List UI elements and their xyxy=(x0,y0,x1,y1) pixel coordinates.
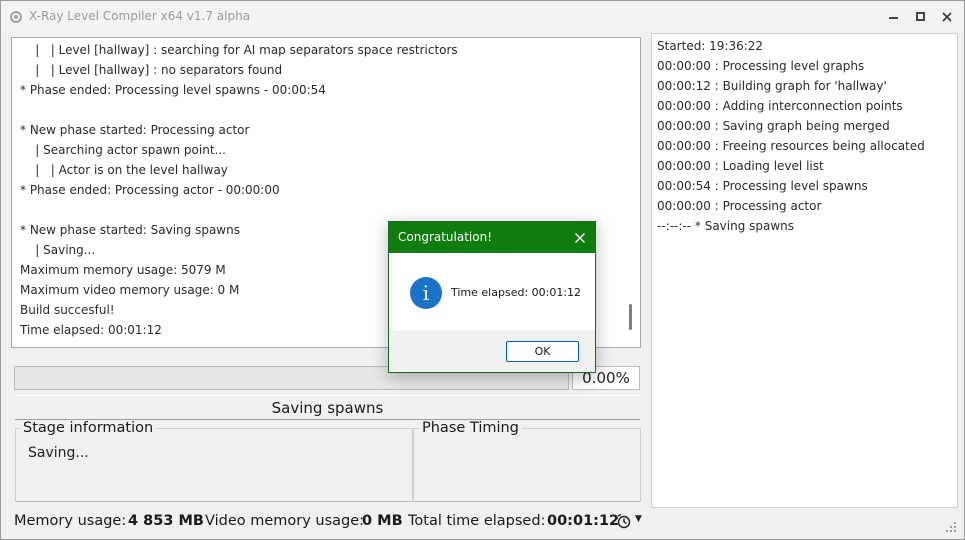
resize-grip-icon[interactable] xyxy=(945,521,957,533)
timing-lines: Started: 19:36:22 00:00:00 : Processing l… xyxy=(657,36,925,236)
minimize-icon xyxy=(889,17,898,19)
app-icon xyxy=(10,11,22,23)
timing-line: 00:00:00 : Processing level graphs xyxy=(657,59,865,73)
log-line: * New phase started: Processing actor xyxy=(20,123,250,137)
close-button[interactable] xyxy=(935,7,959,27)
congratulation-dialog: Congratulation! i Time elapsed: 00:01:12… xyxy=(388,221,596,373)
log-scrollbar[interactable] xyxy=(626,38,640,347)
log-line: * Phase ended: Processing level spawns -… xyxy=(20,83,326,97)
phase-timing-title: Phase Timing xyxy=(419,420,522,436)
main-window: X-Ray Level Compiler x64 v1.7 alpha | | … xyxy=(0,0,965,540)
memory-usage-label: Memory usage: xyxy=(14,513,127,529)
timing-line: 00:00:00 : Adding interconnection points xyxy=(657,99,903,113)
timing-line: 00:00:54 : Processing level spawns xyxy=(657,179,868,193)
phase-timing-list[interactable]: Started: 19:36:22 00:00:00 : Processing l… xyxy=(651,33,958,508)
timing-line: 00:00:00 : Processing actor xyxy=(657,199,822,213)
timer-icon[interactable] xyxy=(616,513,632,529)
ok-button[interactable]: OK xyxy=(506,341,579,362)
dialog-title: Congratulation! xyxy=(398,230,493,244)
timing-line: 00:00:00 : Loading level list xyxy=(657,159,824,173)
chevron-down-icon[interactable]: ▼ xyxy=(635,514,642,524)
title-bar[interactable]: X-Ray Level Compiler x64 v1.7 alpha xyxy=(1,1,964,32)
close-icon xyxy=(942,12,952,22)
log-line: | Searching actor spawn point... xyxy=(20,143,226,157)
timing-line: Started: 19:36:22 xyxy=(657,39,764,53)
timing-line: --:--:-- * Saving spawns xyxy=(657,219,795,233)
log-line: | | Actor is on the level hallway xyxy=(20,163,228,177)
memory-usage-value: 4 853 MB xyxy=(128,513,204,529)
log-line: | | Level [hallway] : no separators foun… xyxy=(20,63,283,77)
minimize-button[interactable] xyxy=(882,7,906,27)
stage-information-group: Stage information Saving... xyxy=(15,420,413,502)
info-icon: i xyxy=(410,277,442,309)
total-time-label: Total time elapsed: xyxy=(408,513,546,529)
log-line: * Phase ended: Processing actor - 00:00:… xyxy=(20,183,280,197)
timing-line: 00:00:00 : Freeing resources being alloc… xyxy=(657,139,925,153)
total-time-value: 00:01:12 xyxy=(547,513,620,529)
maximize-icon xyxy=(916,12,925,21)
status-bar: Memory usage: 4 853 MB Video memory usag… xyxy=(1,509,964,539)
close-icon xyxy=(575,233,585,243)
stage-information-title: Stage information xyxy=(20,420,157,436)
maximize-button[interactable] xyxy=(909,7,933,27)
video-memory-value: 0 MB xyxy=(362,513,403,529)
log-line: | | Level [hallway] : searching for AI m… xyxy=(20,43,458,57)
dialog-close-button[interactable] xyxy=(569,227,591,249)
timing-line: 00:00:12 : Building graph for 'hallway' xyxy=(657,79,887,93)
stage-information-text: Saving... xyxy=(28,445,89,461)
dialog-message: Time elapsed: 00:01:12 xyxy=(451,286,582,299)
phase-timing-group: Phase Timing xyxy=(413,420,641,502)
window-title: X-Ray Level Compiler x64 v1.7 alpha xyxy=(29,9,251,23)
dialog-footer: OK xyxy=(389,330,595,372)
log-scrollbar-thumb[interactable] xyxy=(629,304,632,330)
timing-line: 00:00:00 : Saving graph being merged xyxy=(657,119,890,133)
current-phase: Saving spawns xyxy=(15,395,640,420)
video-memory-label: Video memory usage: xyxy=(205,513,365,529)
dialog-title-bar[interactable]: Congratulation! xyxy=(389,222,595,253)
